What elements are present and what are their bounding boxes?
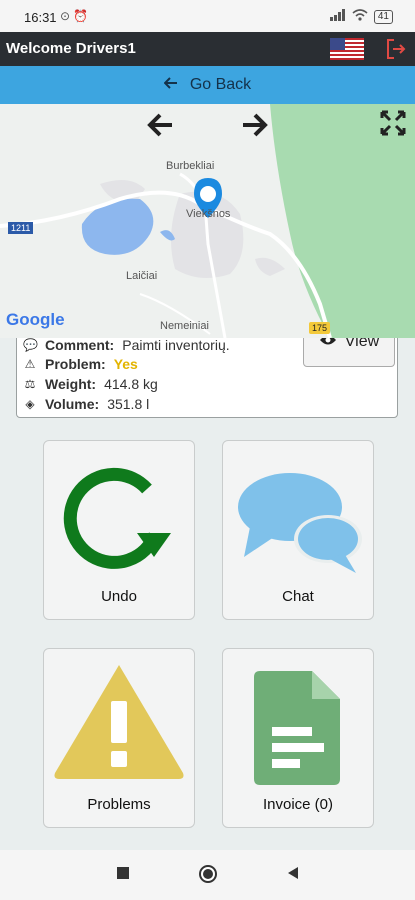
wifi-icon [352,9,368,24]
back-nav-icon[interactable] [286,866,300,885]
map-label-laiciai: Laičiai [126,270,158,282]
undo-label: Undo [101,588,137,605]
status-notification-icons: ⊙ ⏰ [60,9,89,23]
map-label-vieksnos: Viekšnos [186,208,231,220]
volume-value: 351.8 l [107,396,150,412]
undo-button[interactable]: Undo [43,440,195,620]
status-right-icons: 41 [329,9,393,24]
status-time: 16:31 [24,10,57,25]
volume-icon: ◈ [25,397,35,411]
app-header: Welcome Drivers1 [0,32,415,66]
weight-label: Weight: [45,376,97,392]
map-label-burbekliai: Burbekliai [166,160,215,172]
problems-label: Problems [87,796,151,813]
system-nav-bar [0,850,415,900]
warning-icon [54,665,184,779]
go-back-label: Go Back [189,76,252,93]
problem-row: ⚠ Problem: Yes [23,356,138,372]
volume-row: ◈ Volume: 351.8 l [23,396,149,412]
weight-value: 414.8 kg [104,376,158,392]
problems-button[interactable]: Problems [43,648,195,828]
undo-icon [63,467,171,569]
go-back-button[interactable]: Go Back [0,66,415,104]
weight-row: ⚖ Weight: 414.8 kg [23,376,158,392]
road-badge-175: 175 [309,322,331,334]
chat-button[interactable]: Chat [222,440,374,620]
chat-icon [238,473,362,573]
battery-icon: 41 [373,9,393,24]
status-bar: 16:31 ⊙ ⏰ 41 [0,0,415,32]
comment-value: Paimti inventorių. [122,337,230,353]
invoice-icon [254,671,340,785]
problem-value: Yes [113,356,138,372]
us-flag-icon[interactable] [330,38,364,60]
google-logo: Google [6,310,65,329]
invoice-label: Invoice (0) [262,796,334,813]
comment-row: 💬 Comment: Paimti inventorių. [23,337,230,353]
page-title: Welcome Drivers1 [6,40,136,57]
home-icon[interactable] [198,864,218,889]
chat-label: Chat [282,588,314,605]
map-view[interactable]: Burbekliai Viekšnos Laičiai Nemeiniai 12… [0,104,415,338]
logout-icon[interactable] [384,37,408,61]
comment-label: Comment: [45,337,115,353]
map-label-nemeiniai: Nemeiniai [160,320,209,332]
problem-label: Problem: [45,356,106,372]
signal-icon [329,9,346,24]
recent-apps-icon[interactable] [116,866,130,885]
map-canvas [0,104,415,338]
volume-label: Volume: [45,396,100,412]
road-badge-1211: 1211 [8,222,34,234]
comment-icon: 💬 [23,338,38,352]
weight-icon: ⚖ [24,377,36,391]
invoice-button[interactable]: Invoice (0) [222,648,374,828]
warning-small-icon: ⚠ [24,357,36,371]
arrow-left-icon [163,76,178,94]
